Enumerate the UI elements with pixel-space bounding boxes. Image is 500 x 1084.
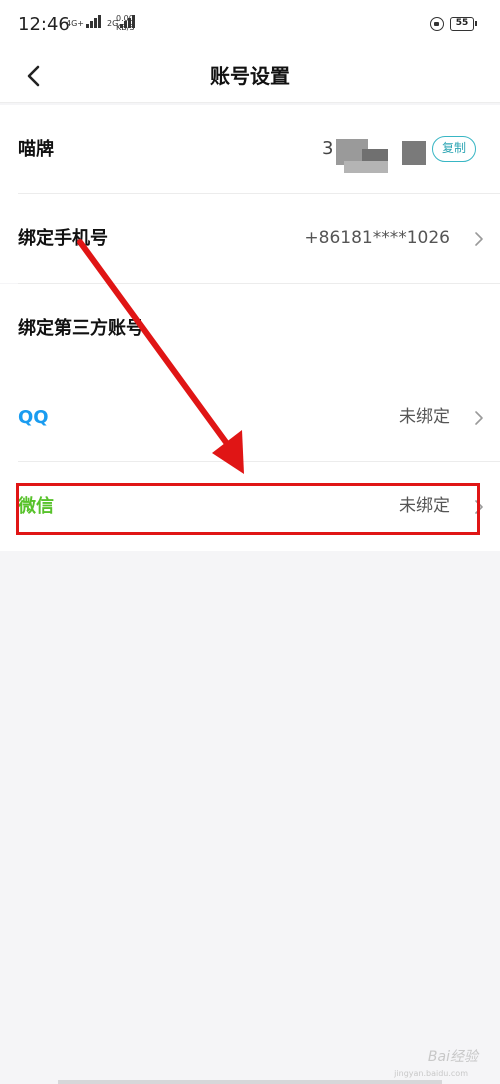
qq-status: 未绑定 bbox=[399, 407, 450, 427]
third-party-header: 绑定第三方账号 bbox=[18, 318, 144, 339]
wechat-row[interactable]: 微信 未绑定 bbox=[0, 462, 500, 551]
nav-bar: 账号设置 bbox=[0, 50, 500, 103]
wechat-label: 微信 bbox=[18, 496, 54, 517]
watermark-brand: Bai经验 bbox=[427, 1049, 478, 1065]
status-time: 12:46 bbox=[18, 14, 70, 35]
chevron-right-icon bbox=[475, 500, 483, 514]
status-bar: 12:46 4G+ 2G 0.00 KB/S 55 bbox=[0, 0, 500, 50]
nickname-value: 3 bbox=[322, 138, 334, 159]
pixelated-nickname bbox=[344, 161, 388, 173]
chevron-right-icon bbox=[475, 411, 483, 425]
pixelated-nickname bbox=[402, 141, 426, 165]
network-speed-value: 0.00 bbox=[116, 14, 134, 23]
qq-row[interactable]: QQ 未绑定 bbox=[0, 373, 500, 462]
lock-rotation-icon bbox=[430, 17, 444, 31]
network-speed-unit: KB/S bbox=[116, 23, 135, 32]
nickname-row: 喵牌 3 bbox=[0, 105, 500, 194]
signal-bars-icon bbox=[86, 14, 101, 28]
phone-label: 绑定手机号 bbox=[18, 228, 108, 249]
copy-button[interactable]: 复制 bbox=[432, 136, 476, 162]
qq-label: QQ bbox=[18, 407, 49, 428]
wechat-status: 未绑定 bbox=[399, 496, 450, 516]
page-title: 账号设置 bbox=[210, 64, 290, 88]
chevron-right-icon bbox=[475, 232, 483, 246]
phone-value: +86181****1026 bbox=[304, 228, 450, 248]
phone-row[interactable]: 绑定手机号 +86181****1026 bbox=[0, 194, 500, 283]
third-party-header-row: 绑定第三方账号 bbox=[0, 284, 500, 373]
network-type-primary: 4G+ bbox=[66, 19, 84, 28]
network-speed: 0.00 KB/S bbox=[116, 14, 135, 32]
battery-indicator: 55 bbox=[450, 17, 477, 31]
watermark-url: jingyan.baidu.com bbox=[394, 1069, 468, 1078]
home-indicator bbox=[58, 1080, 442, 1084]
nickname-label: 喵牌 bbox=[18, 139, 54, 160]
